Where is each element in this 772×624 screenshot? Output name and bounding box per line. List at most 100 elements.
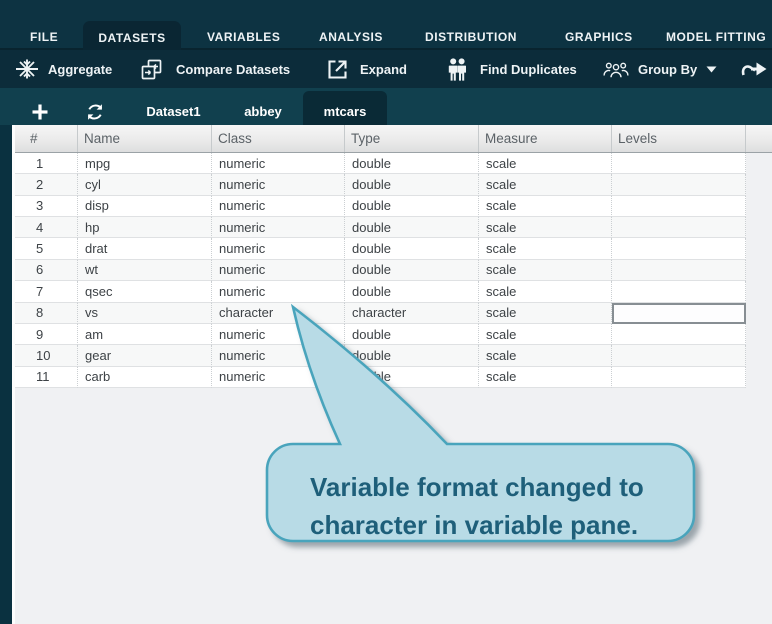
cell-drat-levels[interactable]	[612, 238, 746, 260]
cell-carb-number[interactable]: 11	[15, 366, 78, 388]
cell-gear-class[interactable]: numeric	[212, 345, 345, 367]
cell-wt-measure[interactable]: scale	[479, 259, 612, 282]
menu-tab-analysis[interactable]: ANALYSIS	[319, 24, 383, 50]
group-by-icon	[603, 61, 629, 78]
cell-vs-type[interactable]: character	[345, 302, 479, 324]
cell-hp-levels[interactable]	[612, 217, 746, 239]
cell-gear-number[interactable]: 10	[15, 345, 78, 367]
cell-carb-class[interactable]: numeric	[212, 366, 345, 388]
cell-wt-levels[interactable]	[612, 259, 746, 282]
jump-button[interactable]	[741, 50, 767, 88]
dataset-tab-dataset1[interactable]: Dataset1	[125, 88, 222, 125]
cell-mpg-number[interactable]: 1	[15, 153, 78, 175]
find-duplicates-button[interactable]: Find Duplicates	[447, 50, 577, 88]
cell-carb-measure[interactable]: scale	[479, 366, 612, 388]
cell-carb-levels[interactable]	[612, 366, 746, 388]
cell-gear-levels[interactable]	[612, 345, 746, 367]
cell-hp-measure[interactable]: scale	[479, 217, 612, 239]
cell-carb-name[interactable]: carb	[78, 366, 212, 388]
column-header-type[interactable]: Type	[345, 125, 479, 152]
cell-gear-name[interactable]: gear	[78, 345, 212, 367]
cell-drat-name[interactable]: drat	[78, 238, 212, 260]
cell-am-number[interactable]: 9	[15, 323, 78, 346]
menu-tab-graphics[interactable]: GRAPHICS	[565, 24, 633, 50]
cell-disp-class[interactable]: numeric	[212, 195, 345, 218]
cell-qsec-name[interactable]: qsec	[78, 281, 212, 303]
cell-disp-type[interactable]: double	[345, 195, 479, 218]
cell-wt-class[interactable]: numeric	[212, 259, 345, 282]
cell-vs-class[interactable]: character	[212, 302, 345, 324]
cell-am-name[interactable]: am	[78, 323, 212, 346]
variable-row-disp: 3 disp numeric double scale	[15, 195, 772, 218]
cell-cyl-measure[interactable]: scale	[479, 174, 612, 196]
cell-vs-measure[interactable]: scale	[479, 302, 612, 324]
column-header-number[interactable]: #	[15, 125, 78, 152]
cell-cyl-name[interactable]: cyl	[78, 174, 212, 196]
aggregate-icon	[15, 57, 39, 81]
cell-cyl-type[interactable]: double	[345, 174, 479, 196]
menu-tab-datasets[interactable]: DATASETS	[83, 21, 181, 50]
group-by-button[interactable]: Group By	[603, 50, 717, 88]
cell-mpg-levels[interactable]	[612, 153, 746, 175]
menu-tab-distribution[interactable]: DISTRIBUTION	[425, 24, 517, 50]
cell-qsec-number[interactable]: 7	[15, 281, 78, 303]
column-header-levels[interactable]: Levels	[612, 125, 746, 152]
column-header-class[interactable]: Class	[212, 125, 345, 152]
grid-body: 1 mpg numeric double scale 2 cyl numeric double s…	[15, 153, 772, 388]
cell-vs-levels[interactable]	[612, 302, 746, 324]
expand-button[interactable]: Expand	[325, 50, 407, 88]
menu-tab-variables[interactable]: VARIABLES	[207, 24, 280, 50]
cell-drat-number[interactable]: 5	[15, 238, 78, 260]
cell-mpg-class[interactable]: numeric	[212, 153, 345, 175]
cell-drat-type[interactable]: double	[345, 238, 479, 260]
cell-mpg-measure[interactable]: scale	[479, 153, 612, 175]
cell-mpg-type[interactable]: double	[345, 153, 479, 175]
compare-datasets-label: Compare Datasets	[176, 61, 291, 77]
cell-disp-number[interactable]: 3	[15, 195, 78, 218]
menu-bar: FILE DATASETS VARIABLES ANALYSIS DISTRIB…	[0, 0, 772, 50]
cell-gear-type[interactable]: double	[345, 345, 479, 367]
cell-wt-number[interactable]: 6	[15, 259, 78, 282]
cell-qsec-levels[interactable]	[612, 281, 746, 303]
cell-am-class[interactable]: numeric	[212, 323, 345, 346]
menu-tab-file[interactable]: FILE	[30, 24, 58, 50]
dataset-tab-abbey[interactable]: abbey	[232, 88, 294, 125]
aggregate-button[interactable]: Aggregate	[15, 50, 112, 88]
cell-disp-measure[interactable]: scale	[479, 195, 612, 218]
variable-row-qsec: 7 qsec numeric double scale	[15, 281, 772, 303]
cell-drat-class[interactable]: numeric	[212, 238, 345, 260]
cell-wt-name[interactable]: wt	[78, 259, 212, 282]
variable-row-vs: 8 vs character character scale	[15, 302, 772, 324]
cell-gear-measure[interactable]: scale	[479, 345, 612, 367]
cell-disp-levels[interactable]	[612, 195, 746, 218]
cell-hp-name[interactable]: hp	[78, 217, 212, 239]
cell-hp-type[interactable]: double	[345, 217, 479, 239]
cell-cyl-class[interactable]: numeric	[212, 174, 345, 196]
cell-vs-name[interactable]: vs	[78, 302, 212, 324]
cell-hp-class[interactable]: numeric	[212, 217, 345, 239]
cell-wt-type[interactable]: double	[345, 259, 479, 282]
group-by-caret-icon	[706, 66, 717, 73]
cell-drat-measure[interactable]: scale	[479, 238, 612, 260]
menu-tab-model-fitting[interactable]: MODEL FITTING	[666, 24, 766, 50]
cell-mpg-name[interactable]: mpg	[78, 153, 212, 175]
cell-am-measure[interactable]: scale	[479, 323, 612, 346]
cell-cyl-number[interactable]: 2	[15, 174, 78, 196]
cell-qsec-measure[interactable]: scale	[479, 281, 612, 303]
cell-cyl-levels[interactable]	[612, 174, 746, 196]
cell-qsec-class[interactable]: numeric	[212, 281, 345, 303]
cell-qsec-type[interactable]: double	[345, 281, 479, 303]
cell-disp-name[interactable]: disp	[78, 195, 212, 218]
refresh-button[interactable]	[86, 103, 104, 126]
cell-am-type[interactable]: double	[345, 323, 479, 346]
expand-icon	[325, 57, 350, 82]
cell-hp-number[interactable]: 4	[15, 217, 78, 239]
column-header-measure[interactable]: Measure	[479, 125, 612, 152]
compare-datasets-button[interactable]: Compare Datasets	[139, 50, 290, 88]
cell-vs-number[interactable]: 8	[15, 302, 78, 324]
cell-carb-type[interactable]: double	[345, 366, 479, 388]
column-header-name[interactable]: Name	[78, 125, 212, 152]
add-dataset-button[interactable]	[32, 104, 48, 125]
cell-am-levels[interactable]	[612, 323, 746, 346]
dataset-tab-mtcars[interactable]: mtcars	[303, 91, 387, 125]
